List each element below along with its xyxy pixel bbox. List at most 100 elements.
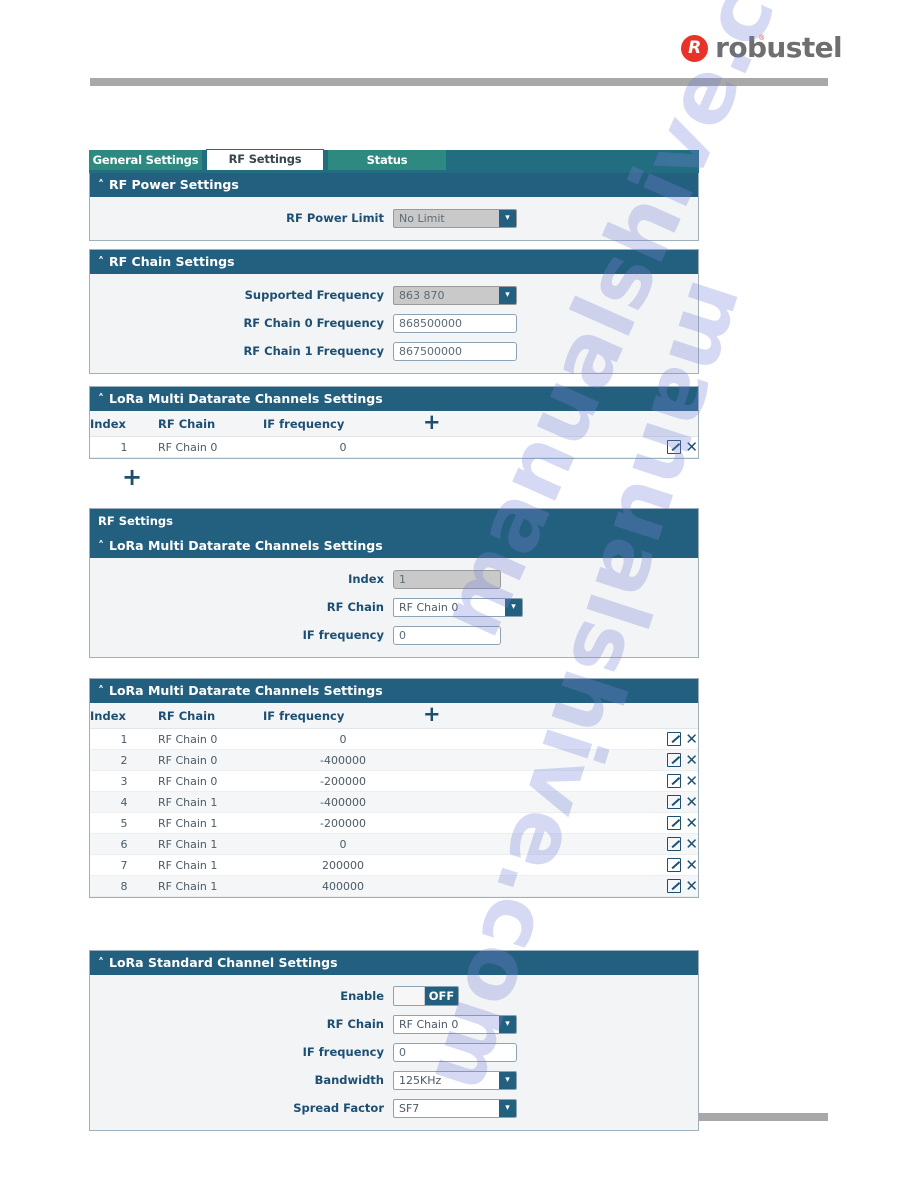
chevron-down-icon[interactable]: ▾ xyxy=(499,1015,516,1033)
delete-row-icon[interactable]: ✕ xyxy=(685,858,698,873)
panel-header-multi-datarate-1[interactable]: ˄ LoRa Multi Datarate Channels Settings xyxy=(90,387,698,411)
edit-row-icon[interactable] xyxy=(667,858,682,872)
panel-multi-datarate-table-1: ˄ LoRa Multi Datarate Channels Settings … xyxy=(89,386,699,459)
delete-row-icon[interactable]: ✕ xyxy=(685,816,698,831)
delete-row-icon[interactable]: ✕ xyxy=(685,795,698,810)
table-header-row: Index RF Chain IF frequency + xyxy=(90,411,698,437)
chevron-up-icon[interactable]: ˄ xyxy=(98,540,104,552)
delete-row-icon[interactable]: ✕ xyxy=(685,774,698,789)
panel-title: LoRa Standard Channel Settings xyxy=(109,955,338,970)
add-row-icon[interactable]: + xyxy=(423,412,441,433)
cell-rf-chain: RF Chain 1 xyxy=(158,791,263,813)
label-rf-chain-1-frequency: RF Chain 1 Frequency xyxy=(243,344,384,358)
label-bandwidth: Bandwidth xyxy=(314,1073,384,1087)
toggle-knob[interactable] xyxy=(394,987,425,1005)
edit-row-icon[interactable] xyxy=(667,732,682,746)
select-value: 125KHz xyxy=(399,1073,442,1087)
toggle-enable[interactable]: OFF xyxy=(393,986,459,1006)
panel-body-rf-chain-settings: Supported Frequency 863 870 ▾ RF Chain 0… xyxy=(90,274,698,373)
registered-mark-icon: ® xyxy=(759,35,765,42)
chevron-up-icon[interactable]: ˄ xyxy=(98,393,104,405)
select-supported-frequency[interactable]: 863 870 ▾ xyxy=(393,285,517,305)
chevron-down-icon[interactable]: ▾ xyxy=(499,1071,516,1089)
tab-rf-settings[interactable]: RF Settings xyxy=(206,149,324,170)
tab-status[interactable]: Status xyxy=(328,150,446,170)
cell-index: 5 xyxy=(90,812,158,834)
edit-row-icon[interactable] xyxy=(667,795,682,809)
chevron-up-icon[interactable]: ˄ xyxy=(98,256,104,268)
input-index[interactable]: 1 xyxy=(393,569,501,589)
edit-row-icon[interactable] xyxy=(667,753,682,767)
chevron-up-icon[interactable]: ˄ xyxy=(98,179,104,191)
form-row-enable: Enable OFF xyxy=(90,982,698,1010)
cell-if-frequency: -400000 xyxy=(263,749,423,771)
delete-row-icon[interactable]: ✕ xyxy=(685,753,698,768)
panel-header-rf-chain-settings[interactable]: ˄ RF Chain Settings xyxy=(90,250,698,274)
chevron-down-icon[interactable]: ▾ xyxy=(499,286,516,304)
input-if-frequency[interactable]: 0 xyxy=(393,625,501,645)
panel-header-rf-power-settings[interactable]: ˄ RF Power Settings xyxy=(90,173,698,197)
select-spread-factor[interactable]: SF7 ▾ xyxy=(393,1098,517,1118)
field-std-rf-chain: RF Chain 0 ▾ xyxy=(393,1014,517,1034)
edit-row-icon[interactable] xyxy=(667,774,682,788)
panel-title: RF Chain Settings xyxy=(109,254,235,269)
column-header-rf-chain: RF Chain xyxy=(158,703,263,729)
dialog-title-rf-settings: RF Settings xyxy=(89,508,699,534)
table-row: 5 RF Chain 1 -200000 ✕ xyxy=(90,812,698,834)
field-spread-factor: SF7 ▾ xyxy=(393,1098,517,1118)
select-rf-power-limit[interactable]: No Limit ▾ xyxy=(393,208,517,228)
edit-row-icon[interactable] xyxy=(667,816,682,830)
chevron-down-icon[interactable]: ▾ xyxy=(499,209,516,227)
cell-if-frequency: 200000 xyxy=(263,854,423,876)
edit-row-icon[interactable] xyxy=(667,440,682,454)
delete-row-icon[interactable]: ✕ xyxy=(685,732,698,747)
cell-row-actions: ✕ xyxy=(423,436,698,458)
chevron-up-icon[interactable]: ˄ xyxy=(98,685,104,697)
delete-row-icon[interactable]: ✕ xyxy=(685,837,698,852)
tab-bar-filler xyxy=(446,150,699,170)
select-value: No Limit xyxy=(399,211,445,225)
label-std-if-frequency: IF frequency xyxy=(302,1045,384,1059)
add-row-icon[interactable]: + xyxy=(423,704,441,725)
panel-rf-chain-settings: ˄ RF Chain Settings Supported Frequency … xyxy=(89,249,699,374)
cell-rf-chain: RF Chain 0 xyxy=(158,770,263,792)
select-bandwidth[interactable]: 125KHz ▾ xyxy=(393,1070,517,1090)
form-row-index: Index 1 xyxy=(90,565,698,593)
main-content: General Settings RF Settings Status ˄ RF… xyxy=(89,149,699,1131)
brand-name: robustel xyxy=(715,31,842,64)
input-rf-chain-1-frequency[interactable]: 867500000 xyxy=(393,341,517,361)
table-row: 8 RF Chain 1 400000 ✕ xyxy=(90,875,698,897)
chevron-up-icon[interactable]: ˄ xyxy=(98,957,104,969)
panel-header-multi-datarate-2[interactable]: ˄ LoRa Multi Datarate Channels Settings xyxy=(90,679,698,703)
label-spread-factor: Spread Factor xyxy=(293,1101,384,1115)
input-std-if-frequency[interactable]: 0 xyxy=(393,1042,517,1062)
cell-index: 6 xyxy=(90,833,158,855)
field-rf-power-limit: No Limit ▾ xyxy=(393,208,517,228)
cell-index: 1 xyxy=(90,436,158,458)
input-rf-chain-0-frequency[interactable]: 868500000 xyxy=(393,313,517,333)
cell-rf-chain: RF Chain 1 xyxy=(158,812,263,834)
label-if-frequency: IF frequency xyxy=(302,628,384,642)
delete-row-icon[interactable]: ✕ xyxy=(685,440,698,455)
delete-row-icon[interactable]: ✕ xyxy=(685,879,698,894)
chevron-down-icon[interactable]: ▾ xyxy=(499,1099,516,1117)
table-multi-datarate-2: Index RF Chain IF frequency + 1 RF Chain … xyxy=(90,703,698,897)
cell-if-frequency: -400000 xyxy=(263,791,423,813)
cell-index: 8 xyxy=(90,875,158,897)
label-supported-frequency: Supported Frequency xyxy=(244,288,384,302)
tab-general-settings[interactable]: General Settings xyxy=(89,150,202,170)
page-root: R robustel ® manualshive.com manualshive… xyxy=(0,0,918,1188)
standalone-add-icon[interactable]: + xyxy=(122,465,142,489)
chevron-down-icon[interactable]: ▾ xyxy=(505,598,522,616)
panel-body-standard-channel-settings: Enable OFF RF Chain RF Chain 0 ▾ IF freq… xyxy=(90,975,698,1130)
cell-rf-chain: RF Chain 0 xyxy=(158,728,263,750)
form-row-rf-chain: RF Chain RF Chain 0 ▾ xyxy=(90,593,698,621)
panel-header-dialog-multi-datarate[interactable]: ˄ LoRa Multi Datarate Channels Settings xyxy=(90,534,698,558)
select-rf-chain[interactable]: RF Chain 0 ▾ xyxy=(393,597,523,617)
edit-row-icon[interactable] xyxy=(667,837,682,851)
edit-row-icon[interactable] xyxy=(667,879,682,893)
select-std-rf-chain[interactable]: RF Chain 0 ▾ xyxy=(393,1014,517,1034)
field-supported-frequency: 863 870 ▾ xyxy=(393,285,517,305)
panel-body-dialog: Index 1 RF Chain RF Chain 0 ▾ IF frequen… xyxy=(90,558,698,657)
panel-header-standard-channel-settings[interactable]: ˄ LoRa Standard Channel Settings xyxy=(90,951,698,975)
